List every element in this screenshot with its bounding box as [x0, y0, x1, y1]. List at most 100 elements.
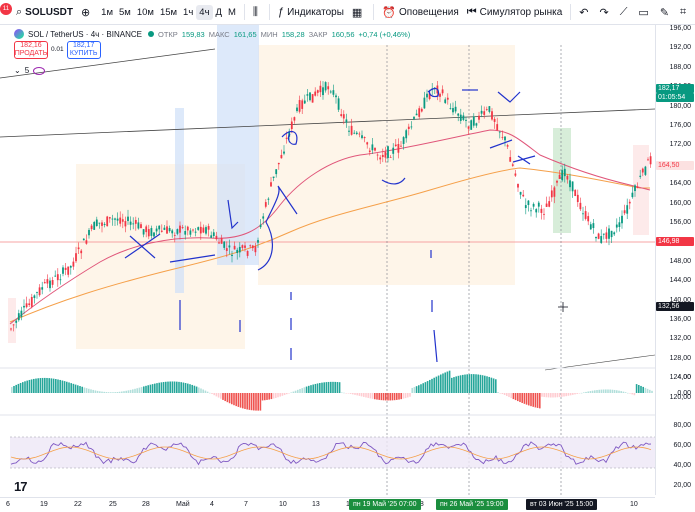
candle-body — [90, 225, 93, 230]
histogram-bar — [530, 393, 532, 407]
histogram-bar — [37, 378, 39, 393]
candle-body — [223, 241, 226, 248]
histogram-bar — [310, 385, 312, 393]
candle-body — [59, 279, 62, 281]
undo-button[interactable]: ↶ — [575, 0, 595, 25]
rect-tool-button[interactable]: ▭ — [634, 0, 655, 25]
timeframe-10m[interactable]: 10м — [134, 7, 157, 18]
histogram-bar — [50, 378, 53, 393]
candle-body — [153, 232, 155, 237]
histogram-bar — [631, 393, 633, 395]
timeframe-1m[interactable]: 1м — [98, 7, 116, 18]
histogram-bar — [239, 393, 242, 408]
timeframe-1d[interactable]: Д — [213, 7, 225, 18]
time-axis[interactable]: 619222528Май47101316222831710пн 19 Май '… — [0, 497, 655, 512]
histogram-bar — [88, 388, 90, 393]
legend-symbol: SOL / TetherUS · 4ч · BINANCE — [28, 29, 142, 39]
histogram-bar — [35, 378, 37, 393]
histogram-bar — [105, 392, 108, 393]
templates-button[interactable]: ▦ — [348, 0, 369, 25]
candle-body — [290, 121, 293, 130]
zone-rect-middle[interactable] — [258, 45, 515, 285]
more-tools-button[interactable]: ⌗ — [676, 0, 693, 25]
histogram-bar — [66, 381, 68, 393]
indicators-button[interactable]: ƒ Индикаторы — [274, 0, 348, 25]
redo-button[interactable]: ↷ — [596, 0, 616, 25]
candle-countdown-badge: 01:05:54 — [656, 93, 694, 102]
timeframe-5m[interactable]: 5м — [116, 7, 134, 18]
histogram-bar — [341, 392, 343, 393]
zone-rect-blue[interactable] — [217, 25, 259, 265]
chart-legend[interactable]: SOL / TetherUS · 4ч · BINANCE ОТКР 159,8… — [14, 29, 410, 39]
price-tick: 196,00 — [669, 25, 691, 32]
buy-price: 182,17 — [72, 42, 95, 49]
replay-label: Симулятор рынка — [479, 6, 563, 18]
histogram-bar — [176, 381, 178, 393]
histogram-bar — [475, 374, 477, 393]
candle-body — [350, 125, 353, 135]
timeframe-1h[interactable]: 1ч — [180, 7, 196, 18]
timeframe-1month[interactable]: М — [225, 7, 239, 18]
chart-type-button[interactable]: ⫼ — [249, 0, 265, 25]
candle-body — [600, 236, 603, 243]
brush-tool-button[interactable]: ✎ — [656, 0, 676, 25]
histogram-bar — [374, 393, 376, 400]
histogram-bar — [415, 386, 418, 393]
indicators-toggle[interactable]: ⌄ 5 — [14, 66, 46, 75]
histogram-bar — [486, 376, 488, 393]
histogram-bar — [435, 376, 438, 393]
histogram-bar — [59, 379, 61, 393]
histogram-bar — [138, 387, 141, 393]
histogram-bar — [512, 393, 515, 400]
histogram-bar — [191, 384, 193, 393]
histogram-bar — [101, 391, 103, 393]
histogram-bar — [129, 389, 132, 393]
histogram-bar — [347, 393, 350, 394]
eye-icon[interactable] — [33, 66, 46, 75]
histogram-bar — [321, 382, 323, 393]
histogram-bar — [457, 375, 460, 393]
candle-body — [602, 233, 605, 235]
histogram-bar — [242, 393, 244, 409]
histogram-bar — [514, 393, 517, 401]
candle-body — [550, 190, 553, 198]
histogram-bar — [644, 387, 647, 393]
candle-body — [262, 216, 265, 219]
timeframe-15m[interactable]: 15м — [157, 7, 180, 18]
sell-button[interactable]: 182,16 ПРОДАТЬ — [14, 41, 48, 59]
histogram-bar — [565, 393, 567, 397]
candle-body — [462, 115, 465, 120]
candle-body — [514, 173, 517, 176]
notification-badge[interactable]: 11 — [0, 3, 12, 15]
replay-button[interactable]: ⏮ Симулятор рынка — [463, 0, 567, 25]
histogram-bar — [382, 393, 385, 401]
histogram-bar — [127, 390, 130, 393]
candle-body — [444, 99, 447, 103]
candle-body — [342, 114, 345, 119]
candle-body — [563, 168, 566, 177]
chart-canvas[interactable] — [0, 25, 695, 512]
price-axis[interactable]: 196,00192,00188,00184,00180,00176,00172,… — [655, 25, 695, 495]
histogram-bar — [552, 393, 554, 398]
histogram-bar — [19, 382, 22, 393]
draw-tools-button[interactable]: ⟋ — [616, 0, 635, 25]
time-tick: 10 — [630, 501, 638, 508]
grid-icon: ▦ — [351, 6, 363, 19]
candle-body — [379, 157, 382, 160]
symbol-search-button[interactable]: ⌕ SOLUSDT — [12, 0, 77, 25]
candle-body — [522, 194, 525, 197]
zone-rect-blue-thin[interactable] — [175, 108, 184, 293]
candle-body — [46, 279, 49, 284]
undo-icon: ↶ — [579, 6, 589, 19]
candle-body — [49, 280, 51, 289]
alerts-button[interactable]: ⏰ Оповещения — [378, 0, 462, 25]
histogram-bar — [649, 389, 651, 393]
timeframe-4h[interactable]: 4ч — [196, 4, 213, 20]
histogram-bar — [547, 393, 550, 398]
candle-body — [171, 230, 174, 234]
tradingview-logo[interactable]: 17 — [14, 479, 28, 494]
buy-button[interactable]: 182,17 КУПИТЬ — [66, 41, 101, 59]
histogram-bar — [74, 384, 77, 393]
compare-button[interactable]: ⊕ — [77, 0, 97, 25]
price-tick: 144,00 — [669, 277, 691, 285]
